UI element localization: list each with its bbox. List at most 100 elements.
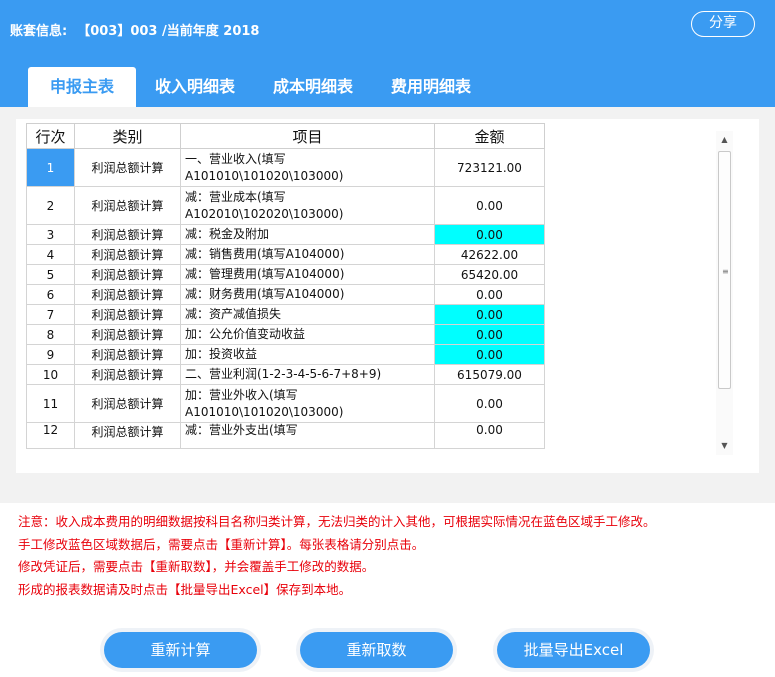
item-text-line: 减：资产减值损失 [185,307,282,321]
item-cell: 减：营业外支出(填写 [180,422,435,449]
item-text-line: 二、营业利润(1-2-3-4-5-6-7+8+9) [185,367,382,381]
amount-cell[interactable]: 42622.00 [434,244,545,265]
report-tabs: 申报主表 收入明细表 成本明细表 费用明细表 [28,67,490,107]
table-row[interactable]: 5 利润总额计算 减：管理费用(填写A104000) 65420.00 [26,264,545,285]
item-text-line: A101010\101020\103000) [185,168,344,183]
scroll-down-icon[interactable]: ▼ [716,439,733,453]
table-row[interactable]: 7 利润总额计算 减：资产减值损失 0.00 [26,304,545,325]
row-number-cell[interactable]: 3 [26,224,75,245]
category-cell: 利润总额计算 [74,364,181,385]
tab-expense-detail[interactable]: 费用明细表 [372,67,490,107]
share-button[interactable]: 分享 [691,11,755,37]
item-cell: 减：财务费用(填写A104000) [180,284,435,305]
category-cell: 利润总额计算 [74,324,181,345]
scroll-up-icon[interactable]: ▲ [716,133,733,147]
account-label: 账套信息: [10,24,68,39]
category-cell: 利润总额计算 [74,224,181,245]
table-row[interactable]: 11 利润总额计算 加：营业外收入(填写 A101010\101020\103000)… [26,384,545,423]
row-number-cell[interactable]: 11 [26,384,75,423]
row-number-cell[interactable]: 12 [26,422,75,449]
item-text-line: 减：营业成本(填写 [185,189,286,204]
vertical-scrollbar[interactable]: ▲ ≡ ▼ [716,131,733,455]
item-cell: 二、营业利润(1-2-3-4-5-6-7+8+9) [180,364,435,385]
report-grid: 行次 类别 项目 金额 1 利润总额计算 一、营业收入(填写 A101010\1010… [16,119,759,473]
category-cell: 利润总额计算 [74,186,181,225]
amount-cell[interactable]: 0.00 [434,384,545,423]
category-cell: 利润总额计算 [74,304,181,325]
table-row[interactable]: 12 利润总额计算 减：营业外支出(填写 0.00 [26,422,545,449]
table-row[interactable]: 1 利润总额计算 一、营业收入(填写 A101010\101020\103000) 72… [26,148,545,187]
item-cell: 一、营业收入(填写 A101010\101020\103000) [180,148,435,187]
amount-cell[interactable]: 0.00 [434,304,545,325]
row-number-cell[interactable]: 2 [26,186,75,225]
amount-cell[interactable]: 0.00 [434,422,545,449]
tab-income-detail[interactable]: 收入明细表 [136,67,254,107]
category-cell: 利润总额计算 [74,284,181,305]
row-number-cell[interactable]: 8 [26,324,75,345]
category-cell: 利润总额计算 [74,344,181,365]
table-row[interactable]: 9 利润总额计算 加：投资收益 0.00 [26,344,545,365]
item-text-line: 减：税金及附加 [185,227,270,241]
table-row[interactable]: 10 利润总额计算 二、营业利润(1-2-3-4-5-6-7+8+9) 615079.… [26,364,545,385]
header-row-no: 行次 [26,123,75,149]
amount-cell[interactable]: 723121.00 [434,148,545,187]
note-line: 修改凭证后，需要点击【重新取数】，并会覆盖手工修改的数据。 [18,559,375,574]
row-number-cell[interactable]: 1 [26,148,75,187]
item-text-line: 减：营业外支出(填写 [185,423,298,437]
table-row[interactable]: 6 利润总额计算 减：财务费用(填写A104000) 0.00 [26,284,545,305]
row-number-cell[interactable]: 9 [26,344,75,365]
item-text-line: 加：营业外收入(填写 [185,387,298,402]
amount-cell[interactable]: 0.00 [434,284,545,305]
table-row[interactable]: 4 利润总额计算 减：销售费用(填写A104000) 42622.00 [26,244,545,265]
item-text-line: 一、营业收入(填写 [185,151,286,166]
note-line: 注意：收入成本费用的明细数据按科目名称归类计算，无法归类的计入其他，可根据实际情… [18,514,656,529]
item-text-line: 减：财务费用(填写A104000) [185,287,345,301]
recalculate-button[interactable]: 重新计算 [104,632,257,668]
amount-cell[interactable]: 0.00 [434,186,545,225]
tab-cost-detail[interactable]: 成本明细表 [254,67,372,107]
table-body: 1 利润总额计算 一、营业收入(填写 A101010\101020\103000) 72… [26,148,545,449]
grip-icon: ≡ [722,267,729,276]
item-cell: 减：管理费用(填写A104000) [180,264,435,285]
scroll-thumb[interactable]: ≡ [718,151,731,389]
row-number-cell[interactable]: 5 [26,264,75,285]
category-cell: 利润总额计算 [74,244,181,265]
account-info: 账套信息: 【003】003 /当前年度 2018 [10,20,259,39]
amount-cell[interactable]: 0.00 [434,344,545,365]
tab-main-report[interactable]: 申报主表 [28,67,137,107]
header-item: 项目 [180,123,435,149]
row-number-cell[interactable]: 4 [26,244,75,265]
category-cell: 利润总额计算 [74,264,181,285]
item-cell: 减：营业成本(填写 A102010\102020\103000) [180,186,435,225]
amount-cell[interactable]: 65420.00 [434,264,545,285]
export-excel-button[interactable]: 批量导出Excel [497,632,650,668]
item-text-line: 减：销售费用(填写A104000) [185,247,345,261]
table-row[interactable]: 8 利润总额计算 加：公允价值变动收益 0.00 [26,324,545,345]
item-text-line: A101010\101020\103000) [185,404,344,419]
amount-cell[interactable]: 0.00 [434,324,545,345]
content-panel: 行次 类别 项目 金额 1 利润总额计算 一、营业收入(填写 A101010\1010… [0,107,775,503]
row-number-cell[interactable]: 10 [26,364,75,385]
table-row[interactable]: 3 利润总额计算 减：税金及附加 0.00 [26,224,545,245]
amount-cell[interactable]: 615079.00 [434,364,545,385]
item-text-line: A102010\102020\103000) [185,206,344,221]
note-line: 形成的报表数据请及时点击【批量导出Excel】保存到本地。 [18,581,352,597]
item-cell: 减：税金及附加 [180,224,435,245]
item-cell: 加：投资收益 [180,344,435,365]
category-cell: 利润总额计算 [74,384,181,423]
note-line: 手工修改蓝色区域数据后，需要点击【重新计算】。每张表格请分别点击。 [18,536,425,552]
amount-cell[interactable]: 0.00 [434,224,545,245]
row-number-cell[interactable]: 6 [26,284,75,305]
item-cell: 减：资产减值损失 [180,304,435,325]
item-text-line: 减：管理费用(填写A104000) [185,267,345,281]
table-row[interactable]: 2 利润总额计算 减：营业成本(填写 A102010\102020\103000) 0.… [26,186,545,225]
header-amount: 金额 [434,123,545,149]
item-cell: 减：销售费用(填写A104000) [180,244,435,265]
header-bar: 账套信息: 【003】003 /当前年度 2018 分享 申报主表 收入明细表 成… [0,0,775,107]
header-category: 类别 [74,123,181,149]
refetch-button[interactable]: 重新取数 [300,632,453,668]
row-number-cell[interactable]: 7 [26,304,75,325]
item-cell: 加：公允价值变动收益 [180,324,435,345]
notes-block: 注意：收入成本费用的明细数据按科目名称归类计算，无法归类的计入其他，可根据实际情… [18,511,656,601]
account-value: 【003】003 /当前年度 2018 [77,24,260,39]
